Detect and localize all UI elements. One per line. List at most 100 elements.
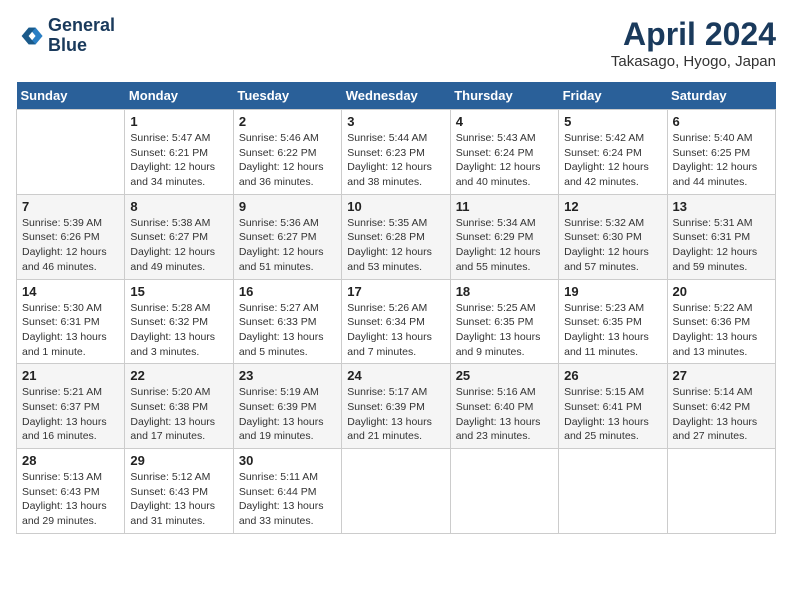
calendar-table: SundayMondayTuesdayWednesdayThursdayFrid… bbox=[16, 82, 776, 534]
calendar-cell: 6 Sunrise: 5:40 AM Sunset: 6:25 PM Daylig… bbox=[667, 110, 775, 195]
day-number: 6 bbox=[673, 114, 770, 129]
day-info: Sunrise: 5:28 AM Sunset: 6:32 PM Dayligh… bbox=[130, 301, 227, 360]
logo: General Blue bbox=[16, 16, 115, 56]
calendar-cell: 16 Sunrise: 5:27 AM Sunset: 6:33 PM Dayli… bbox=[233, 279, 341, 364]
calendar-week-row: 21 Sunrise: 5:21 AM Sunset: 6:37 PM Dayli… bbox=[17, 364, 776, 449]
subtitle: Takasago, Hyogo, Japan bbox=[611, 53, 776, 70]
header-day: Friday bbox=[559, 82, 667, 110]
header-day: Monday bbox=[125, 82, 233, 110]
day-number: 9 bbox=[239, 199, 336, 214]
calendar-cell: 14 Sunrise: 5:30 AM Sunset: 6:31 PM Dayli… bbox=[17, 279, 125, 364]
day-number: 27 bbox=[673, 368, 770, 383]
day-info: Sunrise: 5:15 AM Sunset: 6:41 PM Dayligh… bbox=[564, 385, 661, 444]
day-info: Sunrise: 5:36 AM Sunset: 6:27 PM Dayligh… bbox=[239, 216, 336, 275]
day-number: 21 bbox=[22, 368, 119, 383]
calendar-week-row: 28Sunrise: 5:13 AM Sunset: 6:43 PM Dayli… bbox=[17, 449, 776, 534]
calendar-header-row: SundayMondayTuesdayWednesdayThursdayFrid… bbox=[17, 82, 776, 110]
calendar-cell: 23 Sunrise: 5:19 AM Sunset: 6:39 PM Dayli… bbox=[233, 364, 341, 449]
day-number: 5 bbox=[564, 114, 661, 129]
day-number: 20 bbox=[673, 284, 770, 299]
day-info: Sunrise: 5:17 AM Sunset: 6:39 PM Dayligh… bbox=[347, 385, 444, 444]
calendar-cell bbox=[559, 449, 667, 534]
calendar-cell: 7 Sunrise: 5:39 AM Sunset: 6:26 PM Daylig… bbox=[17, 194, 125, 279]
day-info: Sunrise: 5:39 AM Sunset: 6:26 PM Dayligh… bbox=[22, 216, 119, 275]
day-number: 22 bbox=[130, 368, 227, 383]
calendar-cell: 28Sunrise: 5:13 AM Sunset: 6:43 PM Dayli… bbox=[17, 449, 125, 534]
calendar-cell: 2 Sunrise: 5:46 AM Sunset: 6:22 PM Daylig… bbox=[233, 110, 341, 195]
day-number: 16 bbox=[239, 284, 336, 299]
calendar-cell: 17 Sunrise: 5:26 AM Sunset: 6:34 PM Dayli… bbox=[342, 279, 450, 364]
day-info: Sunrise: 5:25 AM Sunset: 6:35 PM Dayligh… bbox=[456, 301, 553, 360]
day-number: 14 bbox=[22, 284, 119, 299]
day-number: 8 bbox=[130, 199, 227, 214]
day-info: Sunrise: 5:13 AM Sunset: 6:43 PM Dayligh… bbox=[22, 470, 119, 529]
day-info: Sunrise: 5:46 AM Sunset: 6:22 PM Dayligh… bbox=[239, 131, 336, 190]
day-info: Sunrise: 5:40 AM Sunset: 6:25 PM Dayligh… bbox=[673, 131, 770, 190]
day-number: 11 bbox=[456, 199, 553, 214]
calendar-cell: 29 Sunrise: 5:12 AM Sunset: 6:43 PM Dayli… bbox=[125, 449, 233, 534]
calendar-cell bbox=[450, 449, 558, 534]
day-info: Sunrise: 5:31 AM Sunset: 6:31 PM Dayligh… bbox=[673, 216, 770, 275]
day-info: Sunrise: 5:38 AM Sunset: 6:27 PM Dayligh… bbox=[130, 216, 227, 275]
calendar-cell: 25 Sunrise: 5:16 AM Sunset: 6:40 PM Dayli… bbox=[450, 364, 558, 449]
day-info: Sunrise: 5:22 AM Sunset: 6:36 PM Dayligh… bbox=[673, 301, 770, 360]
calendar-cell: 9 Sunrise: 5:36 AM Sunset: 6:27 PM Daylig… bbox=[233, 194, 341, 279]
calendar-cell: 1 Sunrise: 5:47 AM Sunset: 6:21 PM Daylig… bbox=[125, 110, 233, 195]
day-info: Sunrise: 5:20 AM Sunset: 6:38 PM Dayligh… bbox=[130, 385, 227, 444]
day-info: Sunrise: 5:11 AM Sunset: 6:44 PM Dayligh… bbox=[239, 470, 336, 529]
calendar-cell: 18 Sunrise: 5:25 AM Sunset: 6:35 PM Dayli… bbox=[450, 279, 558, 364]
logo-icon bbox=[16, 22, 44, 50]
day-number: 2 bbox=[239, 114, 336, 129]
header-day: Saturday bbox=[667, 82, 775, 110]
day-info: Sunrise: 5:23 AM Sunset: 6:35 PM Dayligh… bbox=[564, 301, 661, 360]
day-info: Sunrise: 5:43 AM Sunset: 6:24 PM Dayligh… bbox=[456, 131, 553, 190]
day-number: 1 bbox=[130, 114, 227, 129]
calendar-cell: 8 Sunrise: 5:38 AM Sunset: 6:27 PM Daylig… bbox=[125, 194, 233, 279]
calendar-cell: 5 Sunrise: 5:42 AM Sunset: 6:24 PM Daylig… bbox=[559, 110, 667, 195]
day-info: Sunrise: 5:44 AM Sunset: 6:23 PM Dayligh… bbox=[347, 131, 444, 190]
day-number: 29 bbox=[130, 453, 227, 468]
day-info: Sunrise: 5:30 AM Sunset: 6:31 PM Dayligh… bbox=[22, 301, 119, 360]
day-info: Sunrise: 5:42 AM Sunset: 6:24 PM Dayligh… bbox=[564, 131, 661, 190]
day-info: Sunrise: 5:26 AM Sunset: 6:34 PM Dayligh… bbox=[347, 301, 444, 360]
calendar-cell bbox=[342, 449, 450, 534]
calendar-cell: 12 Sunrise: 5:32 AM Sunset: 6:30 PM Dayli… bbox=[559, 194, 667, 279]
calendar-week-row: 14 Sunrise: 5:30 AM Sunset: 6:31 PM Dayli… bbox=[17, 279, 776, 364]
calendar-cell: 11 Sunrise: 5:34 AM Sunset: 6:29 PM Dayli… bbox=[450, 194, 558, 279]
day-info: Sunrise: 5:21 AM Sunset: 6:37 PM Dayligh… bbox=[22, 385, 119, 444]
main-title: April 2024 bbox=[611, 16, 776, 53]
day-info: Sunrise: 5:35 AM Sunset: 6:28 PM Dayligh… bbox=[347, 216, 444, 275]
calendar-cell: 15 Sunrise: 5:28 AM Sunset: 6:32 PM Dayli… bbox=[125, 279, 233, 364]
day-info: Sunrise: 5:16 AM Sunset: 6:40 PM Dayligh… bbox=[456, 385, 553, 444]
calendar-cell: 3Sunrise: 5:44 AM Sunset: 6:23 PM Daylig… bbox=[342, 110, 450, 195]
header-day: Wednesday bbox=[342, 82, 450, 110]
day-info: Sunrise: 5:34 AM Sunset: 6:29 PM Dayligh… bbox=[456, 216, 553, 275]
day-number: 12 bbox=[564, 199, 661, 214]
day-number: 15 bbox=[130, 284, 227, 299]
day-number: 30 bbox=[239, 453, 336, 468]
day-info: Sunrise: 5:27 AM Sunset: 6:33 PM Dayligh… bbox=[239, 301, 336, 360]
day-number: 26 bbox=[564, 368, 661, 383]
day-number: 25 bbox=[456, 368, 553, 383]
day-number: 23 bbox=[239, 368, 336, 383]
day-number: 17 bbox=[347, 284, 444, 299]
calendar-cell bbox=[17, 110, 125, 195]
header-day: Tuesday bbox=[233, 82, 341, 110]
day-info: Sunrise: 5:12 AM Sunset: 6:43 PM Dayligh… bbox=[130, 470, 227, 529]
title-block: April 2024 Takasago, Hyogo, Japan bbox=[611, 16, 776, 70]
calendar-week-row: 1 Sunrise: 5:47 AM Sunset: 6:21 PM Daylig… bbox=[17, 110, 776, 195]
day-number: 13 bbox=[673, 199, 770, 214]
day-info: Sunrise: 5:19 AM Sunset: 6:39 PM Dayligh… bbox=[239, 385, 336, 444]
calendar-cell: 19 Sunrise: 5:23 AM Sunset: 6:35 PM Dayli… bbox=[559, 279, 667, 364]
page-header: General Blue April 2024 Takasago, Hyogo,… bbox=[16, 16, 776, 70]
day-info: Sunrise: 5:14 AM Sunset: 6:42 PM Dayligh… bbox=[673, 385, 770, 444]
calendar-cell: 26 Sunrise: 5:15 AM Sunset: 6:41 PM Dayli… bbox=[559, 364, 667, 449]
header-day: Sunday bbox=[17, 82, 125, 110]
calendar-cell: 22 Sunrise: 5:20 AM Sunset: 6:38 PM Dayli… bbox=[125, 364, 233, 449]
day-number: 19 bbox=[564, 284, 661, 299]
day-number: 7 bbox=[22, 199, 119, 214]
day-info: Sunrise: 5:32 AM Sunset: 6:30 PM Dayligh… bbox=[564, 216, 661, 275]
day-info: Sunrise: 5:47 AM Sunset: 6:21 PM Dayligh… bbox=[130, 131, 227, 190]
day-number: 18 bbox=[456, 284, 553, 299]
day-number: 10 bbox=[347, 199, 444, 214]
